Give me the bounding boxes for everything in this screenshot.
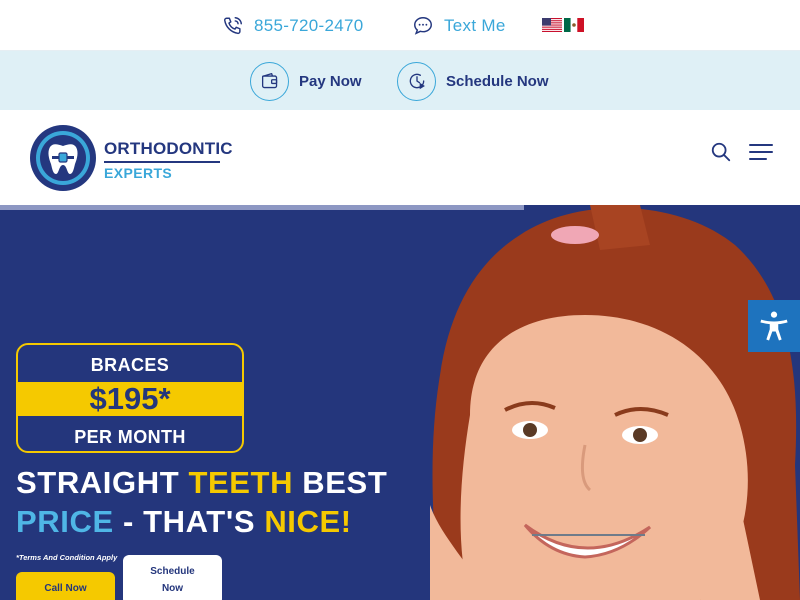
brand-line-1: ORTHODONTIC — [104, 139, 233, 158]
hero-schedule-now-button[interactable]: Schedule Now — [123, 555, 222, 600]
hero-schedule-now-label: Schedule Now — [150, 566, 195, 594]
pay-now-label: Pay Now — [299, 72, 362, 90]
headline-word-nice: NICE! — [264, 504, 352, 539]
terms-note: *Terms And Condition Apply — [16, 553, 118, 562]
price-value: $195* — [18, 382, 242, 416]
headline-word-thats: - THAT'S — [113, 504, 265, 539]
schedule-now-label: Schedule Now — [446, 72, 549, 90]
text-me-link[interactable]: Text Me — [412, 0, 506, 51]
top-contact-bar: 855-720-2470 Text Me — [0, 0, 800, 51]
site-header: ORTHODONTIC EXPERTS — [0, 110, 800, 205]
phone-link[interactable]: 855-720-2470 — [222, 0, 363, 51]
price-title: BRACES — [90, 355, 170, 375]
phone-icon — [222, 15, 244, 37]
brand-line-2: EXPERTS — [104, 164, 173, 181]
pay-now-button[interactable]: Pay Now — [250, 61, 362, 101]
hero-headline: STRAIGHT TEETH BEST PRICE - THAT'S NICE! — [16, 463, 387, 541]
search-icon[interactable] — [710, 141, 734, 165]
hero-banner: BRACES $195* PER MONTH STRAIGHT TEETH BE… — [0, 205, 800, 600]
headline-word-best: BEST — [293, 465, 388, 500]
chat-bubble-icon — [412, 15, 434, 37]
braces-price-box: BRACES $195* PER MONTH — [16, 343, 244, 453]
wallet-icon — [250, 61, 289, 101]
language-flags — [542, 18, 584, 32]
tooth-braces-logo[interactable] — [28, 123, 98, 193]
schedule-now-button[interactable]: Schedule Now — [397, 61, 549, 101]
call-now-label: Call Now — [44, 583, 87, 594]
headline-word-price: PRICE — [16, 504, 114, 539]
accessibility-person-icon[interactable] — [748, 300, 800, 352]
us-flag[interactable] — [542, 18, 562, 32]
phone-number: 855-720-2470 — [254, 15, 364, 35]
headline-word-teeth: TEETH — [188, 465, 294, 500]
brand-divider — [104, 161, 220, 163]
price-period: PER MONTH — [74, 427, 186, 447]
clock-play-icon — [397, 61, 436, 101]
brand-name[interactable]: ORTHODONTIC EXPERTS — [104, 140, 233, 180]
mexico-flag[interactable] — [564, 18, 584, 32]
call-now-button[interactable]: Call Now — [16, 572, 115, 600]
headline-word-straight: STRAIGHT — [16, 465, 189, 500]
action-bar: Pay Now Schedule Now — [0, 51, 800, 110]
hamburger-menu-icon[interactable] — [749, 143, 773, 163]
text-me-label: Text Me — [444, 15, 506, 35]
